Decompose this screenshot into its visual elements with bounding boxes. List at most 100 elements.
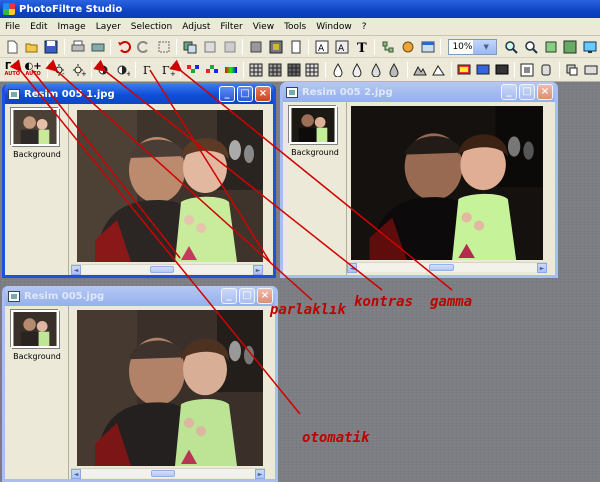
menu-view[interactable]: View	[248, 18, 279, 36]
open-icon[interactable]	[24, 39, 40, 55]
contrast-minus-icon[interactable]: -	[97, 62, 112, 78]
duplicate-icon[interactable]	[288, 39, 304, 55]
auto-levels-icon[interactable]: Γ+ AUTO	[4, 62, 21, 78]
menu-image[interactable]: Image	[53, 18, 91, 36]
contrast-plus-icon[interactable]: +	[116, 62, 131, 78]
scroll-thumb[interactable]	[150, 470, 175, 477]
grid-filter-4-icon[interactable]	[305, 62, 320, 78]
monitor-color-icon[interactable]	[457, 62, 472, 78]
zoom-select[interactable]: 10% ▼	[448, 38, 498, 55]
image-size-icon[interactable]	[268, 39, 284, 55]
color-balance-icon[interactable]	[223, 62, 238, 78]
saturation-minus-icon[interactable]	[186, 62, 201, 78]
layer-thumbnail[interactable]	[289, 106, 337, 144]
save-icon[interactable]	[43, 39, 59, 55]
scroll-thumb[interactable]	[149, 266, 174, 273]
menu-window[interactable]: Window	[311, 18, 357, 36]
text-icon[interactable]: T	[354, 39, 370, 55]
grid-filter-3-icon[interactable]	[286, 62, 301, 78]
image-window-1[interactable]: Resim 005 1.jpg _ □ × Background ◄ ►	[2, 84, 276, 278]
flip-icon[interactable]	[583, 62, 598, 78]
cylinder-icon[interactable]	[539, 62, 554, 78]
scroll-thumb[interactable]	[429, 264, 455, 271]
saturation-plus-icon[interactable]	[205, 62, 220, 78]
menu-file[interactable]: File	[0, 18, 25, 36]
image-canvas[interactable]	[351, 106, 543, 260]
scan-icon[interactable]	[90, 39, 106, 55]
window-icon[interactable]	[420, 39, 436, 55]
window-titlebar[interactable]: Resim 005 1.jpg _ □ ×	[5, 84, 273, 104]
explorer-icon[interactable]	[380, 39, 396, 55]
menu-edit[interactable]: Edit	[25, 18, 52, 36]
minimize-button[interactable]: _	[219, 86, 235, 102]
fullscreen-icon[interactable]	[582, 39, 598, 55]
gamma-plus-icon[interactable]: Γ +	[160, 62, 175, 78]
maximize-button[interactable]: □	[237, 86, 253, 102]
menu-selection[interactable]: Selection	[126, 18, 177, 36]
zoom-in-icon[interactable]	[503, 39, 519, 55]
grid-filter-1-icon[interactable]	[249, 62, 264, 78]
menu-help[interactable]: ?	[357, 18, 372, 36]
close-button[interactable]: ×	[537, 84, 553, 100]
scroll-right-icon[interactable]: ►	[537, 263, 547, 273]
horizontal-scrollbar[interactable]: ◄ ►	[71, 468, 265, 479]
image-window-2[interactable]: Resim 005 2.jpg _ □ × Background ◄ ►	[280, 82, 558, 278]
image-canvas[interactable]	[77, 110, 263, 262]
image-canvas[interactable]	[77, 310, 263, 466]
text-effect-icon[interactable]: A	[314, 39, 330, 55]
canvas-size-icon[interactable]	[248, 39, 264, 55]
drop-2-icon[interactable]	[350, 62, 365, 78]
scroll-right-icon[interactable]: ►	[253, 265, 263, 275]
drop-1-icon[interactable]	[331, 62, 346, 78]
chevron-down-icon[interactable]: ▼	[472, 39, 497, 54]
maximize-button[interactable]: □	[239, 288, 255, 304]
gamma-minus-icon[interactable]: Γ-	[141, 62, 156, 78]
scroll-left-icon[interactable]: ◄	[71, 265, 81, 275]
scroll-right-icon[interactable]: ►	[255, 469, 265, 479]
brightness-minus-icon[interactable]: -	[53, 62, 68, 78]
menu-filter[interactable]: Filter	[215, 18, 247, 36]
print-icon[interactable]	[70, 39, 86, 55]
copy-image-icon[interactable]	[182, 39, 198, 55]
horizontal-scrollbar[interactable]: ◄ ►	[347, 262, 547, 273]
rotate-icon[interactable]	[565, 62, 580, 78]
menu-tools[interactable]: Tools	[279, 18, 311, 36]
scroll-left-icon[interactable]: ◄	[71, 469, 81, 479]
crop-icon[interactable]	[156, 39, 172, 55]
mountain-icon[interactable]	[431, 62, 446, 78]
minimize-button[interactable]: _	[501, 84, 517, 100]
auto-contrast-icon[interactable]: ◐+ AUTO	[25, 62, 42, 78]
drop-4-icon[interactable]	[387, 62, 402, 78]
filters-icon[interactable]	[400, 39, 416, 55]
scroll-left-icon[interactable]: ◄	[347, 263, 357, 273]
actual-size-icon[interactable]	[562, 39, 578, 55]
menu-adjust[interactable]: Adjust	[177, 18, 215, 36]
minimize-button[interactable]: _	[221, 288, 237, 304]
close-button[interactable]: ×	[255, 86, 271, 102]
frame-icon[interactable]	[520, 62, 535, 78]
maximize-button[interactable]: □	[519, 84, 535, 100]
paste-icon[interactable]	[202, 39, 218, 55]
fit-image-icon[interactable]	[543, 39, 559, 55]
brightness-plus-icon[interactable]: +	[71, 62, 86, 78]
layer-thumbnail[interactable]	[11, 310, 59, 348]
window-titlebar[interactable]: Resim 005.jpg _ □ ×	[5, 286, 275, 306]
drop-3-icon[interactable]	[368, 62, 383, 78]
zoom-out-icon[interactable]	[523, 39, 539, 55]
scroll-track[interactable]	[81, 469, 255, 478]
window-titlebar[interactable]: Resim 005 2.jpg _ □ ×	[283, 82, 555, 102]
grid-filter-2-icon[interactable]	[268, 62, 283, 78]
scroll-track[interactable]	[81, 265, 253, 274]
image-window-3[interactable]: Resim 005.jpg _ □ × Background ◄ ►	[2, 286, 278, 482]
scroll-track[interactable]	[357, 263, 537, 272]
text-shadow-icon[interactable]: A	[334, 39, 350, 55]
undo-icon[interactable]	[116, 39, 132, 55]
relief-icon[interactable]	[413, 62, 428, 78]
monitor-blue-icon[interactable]	[476, 62, 491, 78]
redo-icon[interactable]	[136, 39, 152, 55]
horizontal-scrollbar[interactable]: ◄ ►	[71, 264, 263, 275]
paste-new-icon[interactable]	[222, 39, 238, 55]
layer-thumbnail[interactable]	[11, 108, 59, 146]
menu-layer[interactable]: Layer	[91, 18, 126, 36]
new-icon[interactable]	[4, 39, 20, 55]
